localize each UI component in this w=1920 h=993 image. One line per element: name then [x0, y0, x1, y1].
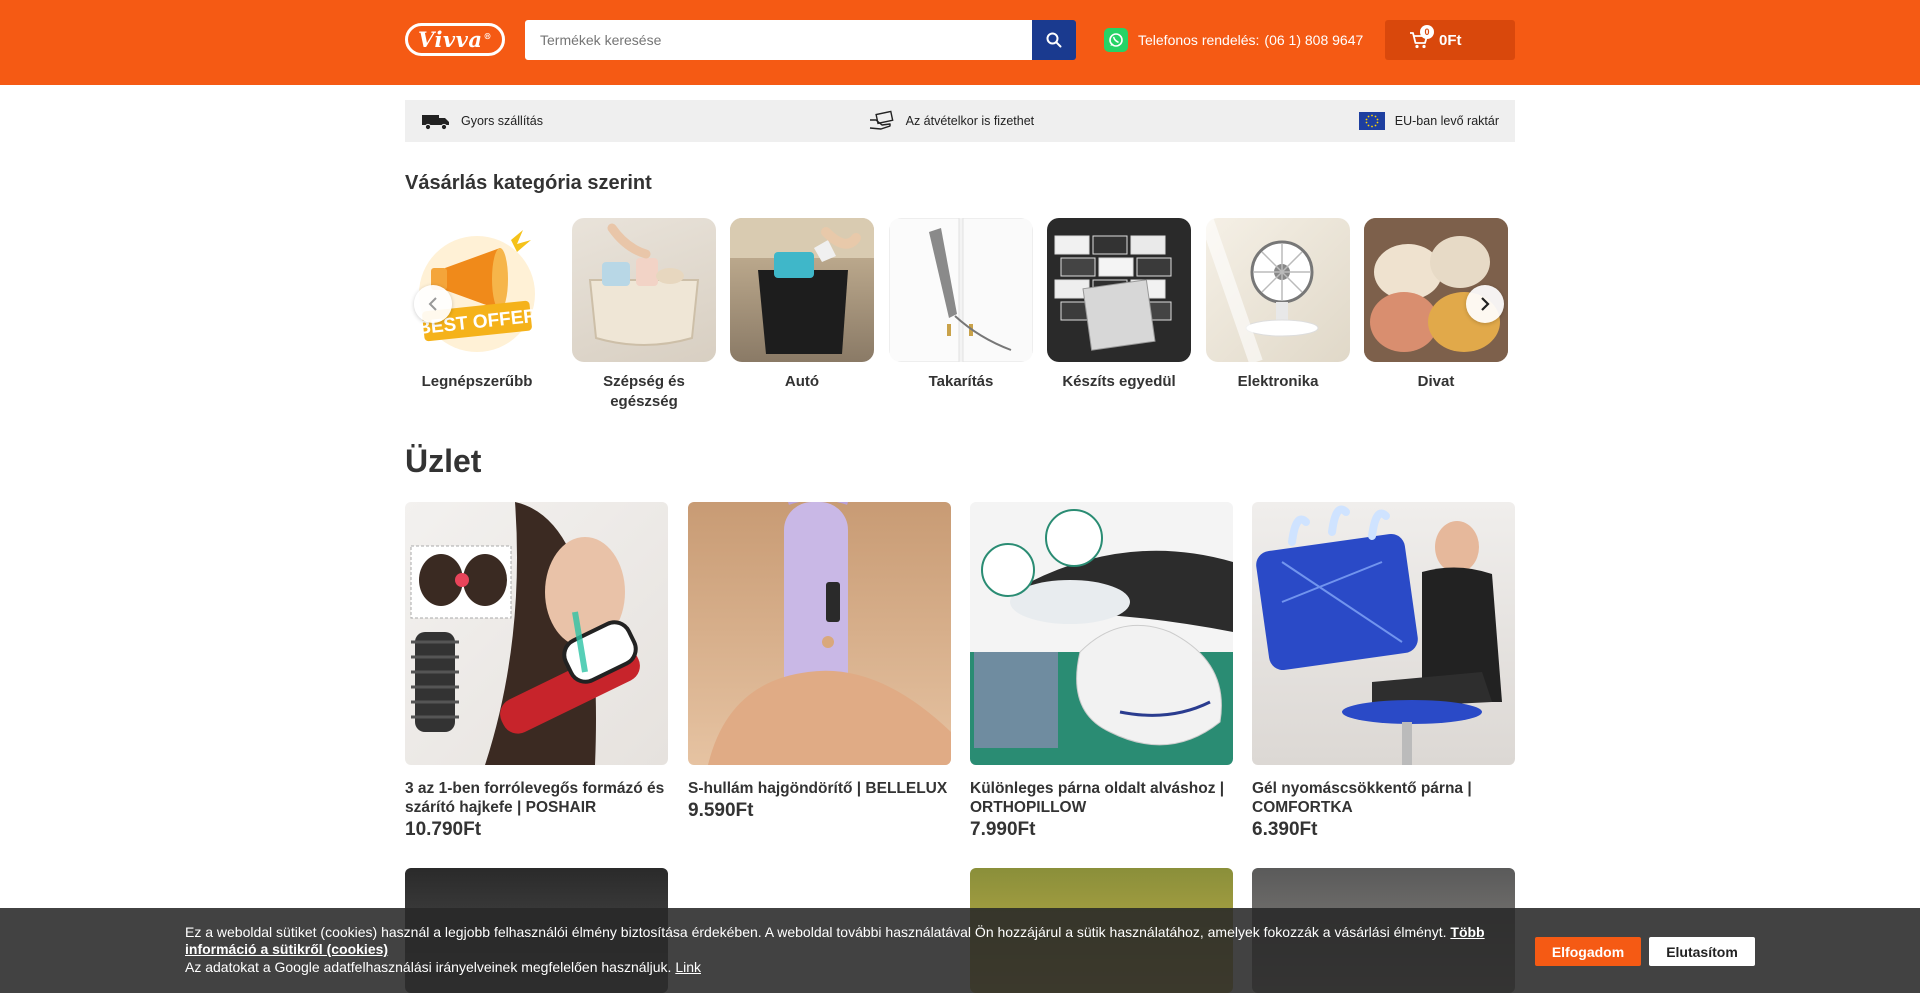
usp-fast-shipping: Gyors szállítás: [421, 111, 543, 131]
hand-money-icon: [869, 110, 894, 130]
cookie-reject-button[interactable]: Elutasítom: [1649, 937, 1755, 966]
cart-count-badge: 0: [1420, 25, 1434, 39]
search-input[interactable]: [525, 20, 1032, 60]
category-item-diy[interactable]: Készíts egyedül: [1047, 218, 1191, 392]
category-label: Divat: [1417, 373, 1455, 390]
category-label: Készíts egyedül: [1062, 373, 1176, 390]
carousel-prev-button[interactable]: [414, 285, 452, 323]
product-price: 6.390Ft: [1252, 819, 1318, 840]
product-card[interactable]: S-hullám hajgöndörítő | BELLELUX 9.590Ft: [688, 502, 951, 822]
product-card[interactable]: 3 az 1-ben forrólevegős formázó és szárí…: [405, 502, 668, 841]
search-icon: [1046, 32, 1062, 48]
category-label: Elektronika: [1237, 373, 1319, 390]
cart-total: 0Ft: [1439, 31, 1462, 49]
chevron-left-icon: [428, 297, 437, 311]
chevron-right-icon: [1481, 297, 1490, 311]
product-name[interactable]: S-hullám hajgöndörítő | BELLELUX: [688, 779, 951, 798]
usp-label: EU-ban levő raktár: [1394, 114, 1499, 128]
vivva-logo[interactable]: Vivva ®: [405, 23, 505, 56]
category-label: Szépség és egészség: [603, 373, 685, 410]
usp-bar: Gyors szállítás Az átvételkor is fizethe…: [405, 100, 1515, 142]
google-policy-line: Az adatokat a Google adatfelhasználási i…: [185, 959, 701, 976]
usp-pay-on-delivery: Az átvételkor is fizethet: [868, 110, 1035, 132]
shop-section-title: Üzlet: [405, 443, 482, 479]
logo-text: Vivva: [418, 27, 483, 52]
phone-order[interactable]: Telefonos rendelés: (06 1) 808 9647: [1104, 28, 1363, 52]
product-image: [1252, 502, 1515, 765]
product-card[interactable]: Különleges párna oldalt alváshoz | ORTHO…: [970, 502, 1233, 841]
phone-number[interactable]: (06 1) 808 9647: [1264, 32, 1363, 48]
product-image: [688, 502, 951, 765]
product-name[interactable]: 3 az 1-ben forrólevegős formázó és szárí…: [405, 779, 668, 817]
category-carousel: BEST OFFER Legnépszerűbb Szépség és egés…: [405, 218, 1515, 418]
category-section-title: Vásárlás kategória szerint: [405, 172, 652, 194]
category-image: [889, 218, 1033, 362]
cookie-consent-bar: Ez a weboldal sütiket (cookies) használ …: [0, 908, 1920, 993]
product-name[interactable]: Különleges párna oldalt alváshoz | ORTHO…: [970, 779, 1233, 817]
category-label: Legnépszerűbb: [421, 373, 533, 390]
category-item-beauty[interactable]: Szépség és egészség: [572, 218, 716, 412]
carousel-next-button[interactable]: [1466, 285, 1504, 323]
category-image: [1206, 218, 1350, 362]
product-image: [405, 502, 668, 765]
google-policy-text: Az adatokat a Google adatfelhasználási i…: [185, 959, 672, 975]
product-price: 10.790Ft: [405, 819, 482, 840]
cookie-accept-button[interactable]: Elfogadom: [1535, 937, 1641, 966]
category-image: [730, 218, 874, 362]
cookie-message: Ez a weboldal sütiket (cookies) használ …: [185, 924, 1495, 958]
product-card[interactable]: Gél nyomáscsökkentő párna | COMFORTKA 6.…: [1252, 502, 1515, 841]
search-bar: [525, 20, 1076, 60]
phone-label: Telefonos rendelés:: [1138, 32, 1260, 48]
google-policy-link[interactable]: Link: [675, 959, 701, 975]
category-item-cleaning[interactable]: Takarítás: [889, 218, 1033, 392]
category-item-electronics[interactable]: Elektronika: [1206, 218, 1350, 392]
product-price: 7.990Ft: [970, 819, 1036, 840]
search-button[interactable]: [1032, 20, 1076, 60]
category-item-auto[interactable]: Autó: [730, 218, 874, 392]
category-image: [572, 218, 716, 362]
product-name[interactable]: Gél nyomáscsökkentő párna | COMFORTKA: [1252, 779, 1515, 817]
cookie-text: Ez a weboldal sütiket (cookies) használ …: [185, 924, 1447, 940]
product-image: [970, 502, 1233, 765]
product-price: 9.590Ft: [688, 800, 754, 821]
usp-eu-warehouse: EU-ban levő raktár: [1358, 112, 1499, 130]
category-image: [1047, 218, 1191, 362]
eu-flag-icon: [1358, 112, 1385, 130]
truck-icon: [422, 115, 449, 131]
category-label: Takarítás: [928, 373, 994, 390]
cart-button[interactable]: 0 0Ft: [1385, 20, 1515, 60]
site-header: Vivva® Telefonos rendelés: (06 1) 808 96…: [0, 0, 1920, 85]
usp-label: Az átvételkor is fizethet: [905, 114, 1035, 128]
whatsapp-icon: [1104, 28, 1128, 52]
category-label: Autó: [784, 373, 820, 390]
usp-label: Gyors szállítás: [461, 114, 543, 128]
